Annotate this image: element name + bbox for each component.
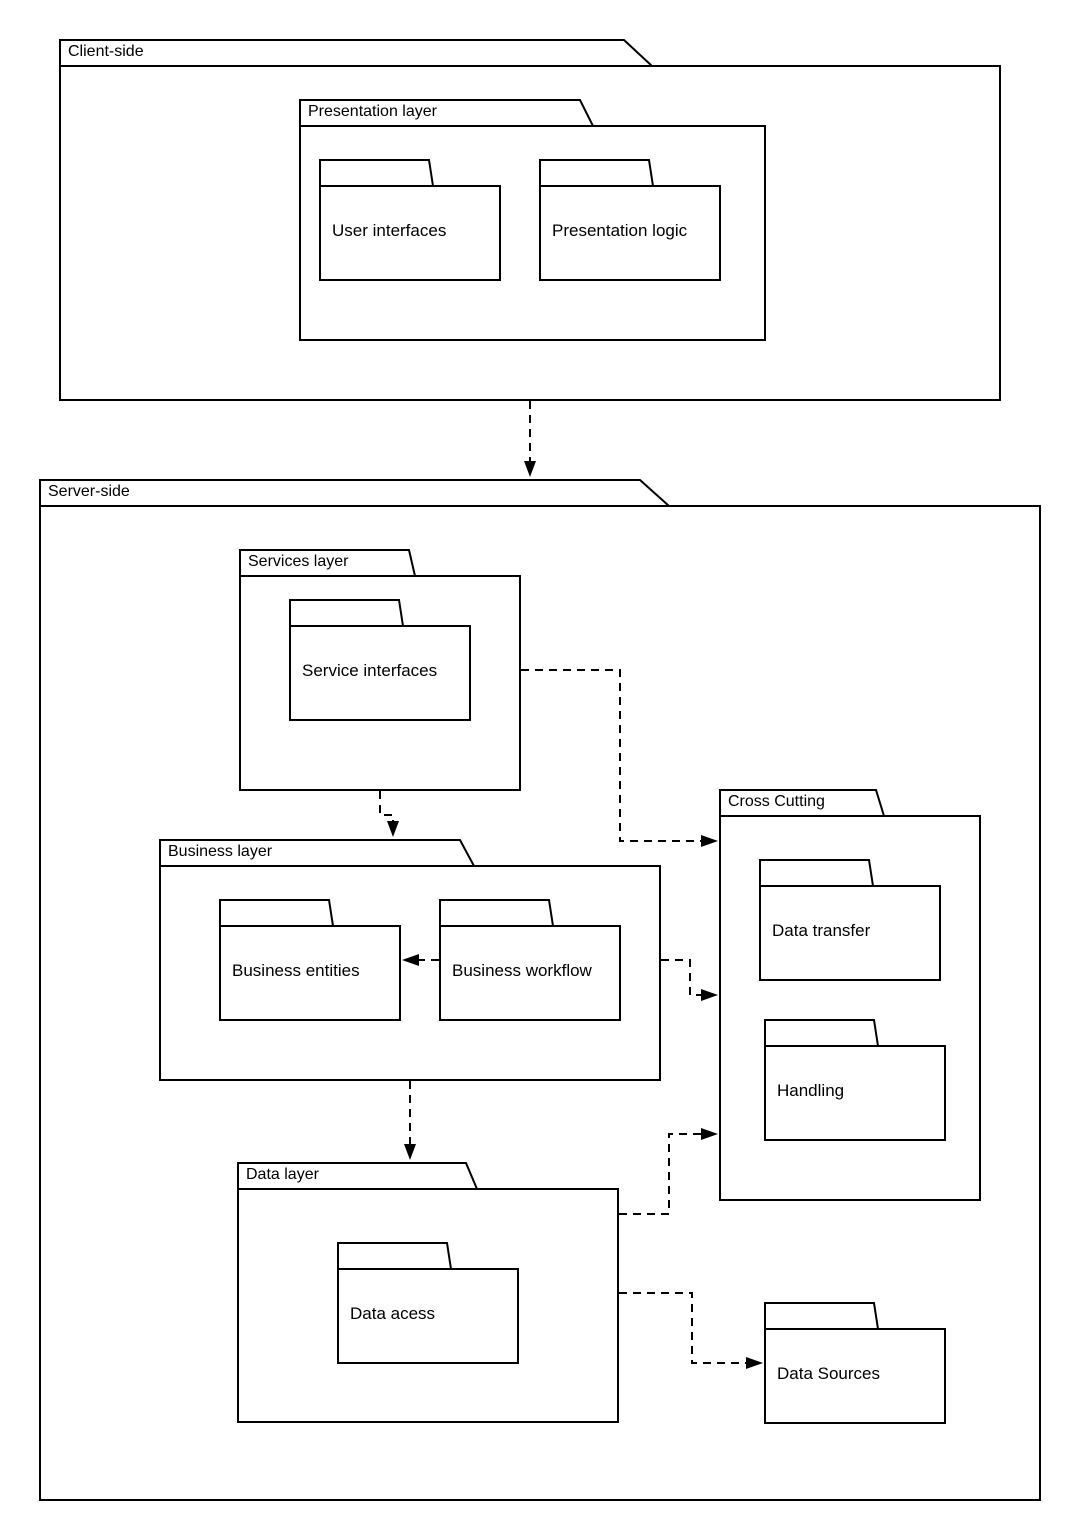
package-label: Presentation logic — [552, 221, 688, 240]
package-tab — [39, 479, 672, 507]
package-label: Client-side — [68, 43, 144, 60]
package-tab — [219, 899, 335, 927]
package-label: Data layer — [246, 1166, 320, 1183]
package-label: Business entities — [232, 961, 360, 980]
package-label: Service interfaces — [302, 661, 437, 680]
package-tab — [759, 859, 875, 887]
package-label: Data transfer — [772, 921, 871, 940]
dependency-client-to-server — [524, 401, 536, 477]
package-label: Server-side — [48, 483, 130, 500]
package-tab — [319, 159, 435, 187]
package-label: Handling — [777, 1081, 844, 1100]
package-tab — [289, 599, 405, 627]
package-tab — [539, 159, 655, 187]
package-label: Business workflow — [452, 961, 593, 980]
package-tab — [764, 1302, 880, 1330]
package-tab — [59, 39, 655, 67]
package-label: Business layer — [168, 843, 273, 860]
package-tab — [337, 1242, 453, 1270]
package-tab — [764, 1019, 880, 1047]
package-label: Data acess — [350, 1304, 435, 1323]
package-diagram: Client-side Presentation layer User inte… — [39, 39, 1041, 1501]
package-label: Cross Cutting — [728, 793, 825, 810]
package-tab — [439, 899, 555, 927]
package-label: Data Sources — [777, 1364, 880, 1383]
package-label: User interfaces — [332, 221, 446, 240]
package-label: Services layer — [248, 553, 349, 570]
package-label: Presentation layer — [308, 103, 438, 120]
arrowhead-icon — [524, 461, 536, 477]
